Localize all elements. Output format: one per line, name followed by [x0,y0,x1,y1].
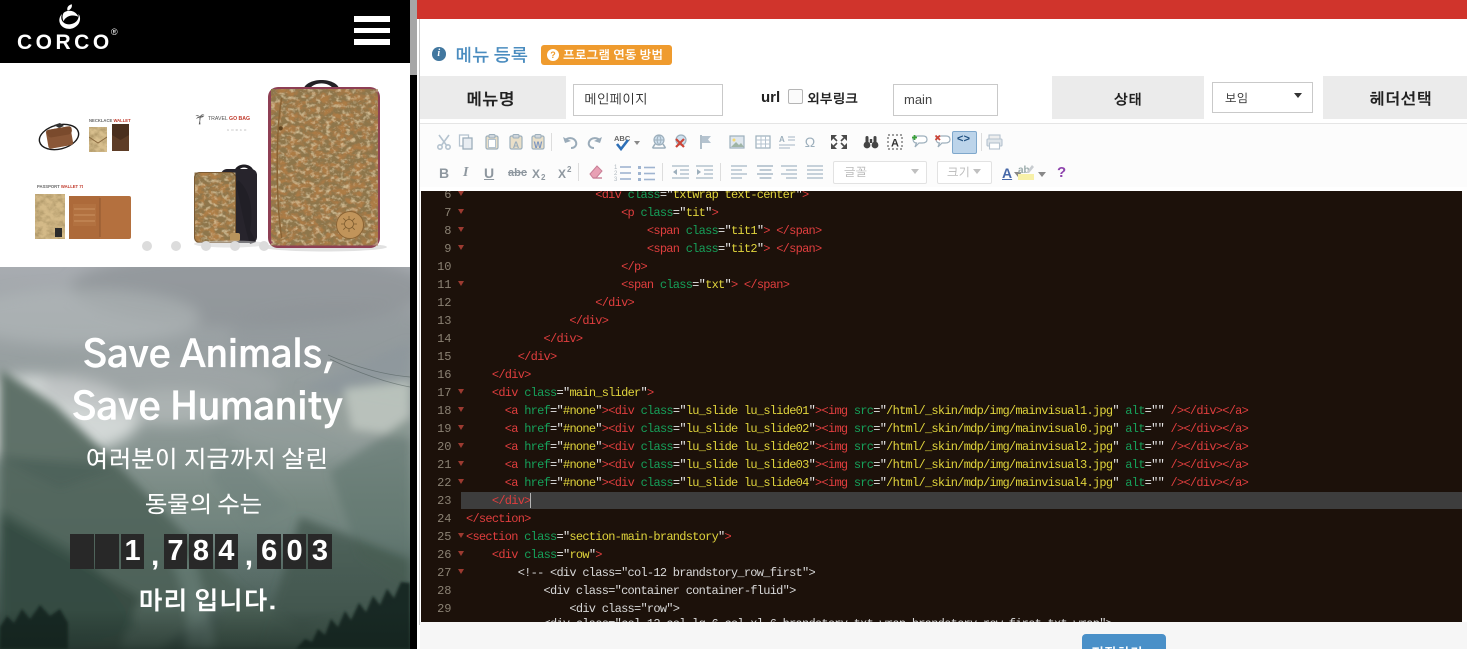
svg-text:3: 3 [614,177,618,181]
svg-text:A: A [513,140,520,150]
svg-text:W: W [534,140,543,150]
svg-text:Ω: Ω [805,134,815,150]
svg-text:A: A [779,135,785,144]
svg-text:A: A [891,138,899,150]
